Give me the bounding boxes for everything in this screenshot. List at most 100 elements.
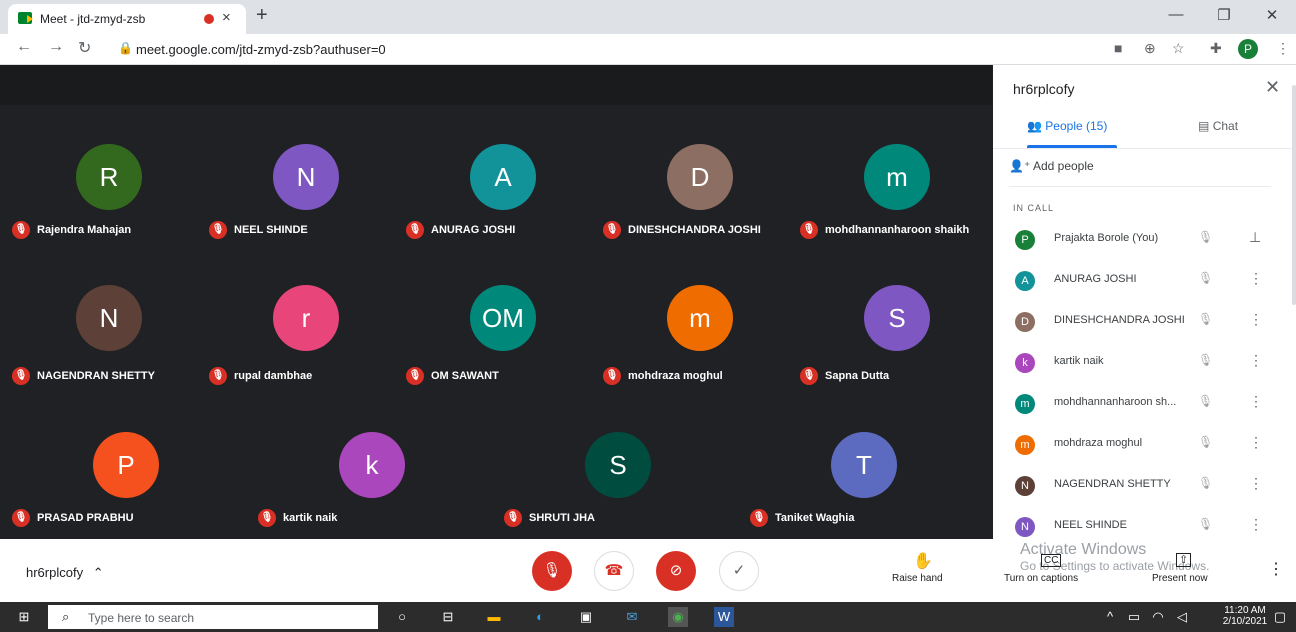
more-options-icon[interactable]: ⋮ xyxy=(1249,434,1263,451)
participant-name: mohdraza moghul xyxy=(1054,437,1143,449)
present-screen-icon[interactable]: ⇧ xyxy=(1176,553,1192,567)
recording-indicator-icon xyxy=(204,14,214,24)
mic-off-icon[interactable]: 🎙 xyxy=(1198,271,1213,285)
cortana-icon[interactable]: ○ xyxy=(392,607,412,627)
mail-icon[interactable]: ✉ xyxy=(622,607,642,627)
mic-muted-icon: 🎙 xyxy=(800,367,818,386)
battery-icon[interactable]: ▭ xyxy=(1124,607,1144,627)
microphone-toggle-button[interactable]: 🎙 xyxy=(532,551,572,591)
mic-muted-icon: 🎙 xyxy=(504,509,522,528)
task-view-icon[interactable]: ⊟ xyxy=(438,607,458,627)
mic-muted-icon: 🎙 xyxy=(750,509,768,528)
extensions-puzzle-icon[interactable]: ✚ xyxy=(1210,40,1222,57)
more-options-icon[interactable]: ⋮ xyxy=(1249,352,1263,369)
participant-avatar: OM xyxy=(470,285,536,351)
minimize-button[interactable]: — xyxy=(1156,6,1196,23)
participant-name-label: 🎙 SHRUTI JHA xyxy=(504,509,595,528)
participant-avatar: m xyxy=(1015,394,1035,414)
camera-indicator-icon[interactable]: ■ xyxy=(1114,40,1122,56)
raise-hand-icon[interactable]: ✋ xyxy=(913,551,933,571)
add-people-button[interactable]: 👤⁺ Add people xyxy=(1009,159,1094,173)
mic-off-icon[interactable]: 🎙 xyxy=(1198,476,1213,490)
back-arrow-icon[interactable]: ← xyxy=(16,38,32,56)
more-options-icon[interactable]: ⋮ xyxy=(1249,393,1263,410)
word-icon[interactable]: W xyxy=(714,607,734,627)
mic-muted-icon: 🎙 xyxy=(209,367,227,386)
browser-menu-icon[interactable]: ⋮ xyxy=(1276,40,1290,57)
camera-toggle-button[interactable]: ⊘ xyxy=(656,551,696,591)
mic-off-icon[interactable]: 🎙 xyxy=(1198,394,1213,408)
tab-chat[interactable]: ▤ Chat xyxy=(1198,119,1238,133)
volume-icon[interactable]: ◁ xyxy=(1172,607,1192,627)
more-options-icon[interactable]: ⋮ xyxy=(1268,559,1284,579)
participant-row[interactable]: A ANURAG JOSHI 🎙 ⋮ xyxy=(993,261,1285,301)
zoom-icon[interactable]: ⊕ xyxy=(1144,40,1156,57)
search-placeholder: Type here to search xyxy=(88,611,195,625)
participant-row[interactable]: m mohdhannanharoon sh... 🎙 ⋮ xyxy=(993,384,1285,424)
close-window-button[interactable]: ✕ xyxy=(1252,6,1292,24)
captions-label[interactable]: Turn on captions xyxy=(1004,573,1078,584)
file-explorer-icon[interactable]: ▬ xyxy=(484,607,504,627)
participant-row[interactable]: k kartik naik 🎙 ⋮ xyxy=(993,343,1285,383)
participant-row[interactable]: D DINESHCHANDRA JOSHI 🎙 ⋮ xyxy=(993,302,1285,342)
show-hidden-icons-icon[interactable]: ^ xyxy=(1100,607,1120,627)
tab-people[interactable]: 👥 People (15) xyxy=(1027,119,1107,133)
edge-icon[interactable]: ◐ xyxy=(530,607,550,627)
mic-off-icon: 🎙 xyxy=(542,562,562,579)
more-options-icon[interactable]: ⋮ xyxy=(1249,516,1263,533)
participant-name: mohdhannanharoon sh... xyxy=(1054,396,1177,408)
browser-toolbar: ← → ↻ 🔒 meet.google.com/jtd-zmyd-zsb?aut… xyxy=(0,34,1296,65)
profile-avatar[interactable]: P xyxy=(1238,39,1258,59)
chrome-icon[interactable]: ◉ xyxy=(668,607,688,627)
more-options-icon[interactable]: ⋮ xyxy=(1249,311,1263,328)
new-tab-button[interactable]: + xyxy=(256,4,268,27)
leave-call-button[interactable]: ☎ xyxy=(594,551,634,591)
camera-off-icon: ⊘ xyxy=(669,562,683,579)
participant-avatar: S xyxy=(585,432,651,498)
divider xyxy=(1009,186,1271,187)
participant-row[interactable]: N NAGENDRAN SHETTY 🎙 ⋮ xyxy=(993,466,1285,506)
raise-hand-label[interactable]: Raise hand xyxy=(892,573,943,584)
address-bar[interactable]: 🔒 meet.google.com/jtd-zmyd-zsb?authuser=… xyxy=(110,37,1090,61)
mic-off-icon[interactable]: 🎙 xyxy=(1198,435,1213,449)
bookmark-star-icon[interactable]: ☆ xyxy=(1172,40,1185,57)
reload-icon[interactable]: ↻ xyxy=(78,38,91,58)
participant-name-label: 🎙 kartik naik xyxy=(258,509,337,528)
more-options-icon[interactable]: ⋮ xyxy=(1249,270,1263,287)
participant-name-label: 🎙 Taniket Waghia xyxy=(750,509,854,528)
wifi-icon[interactable]: ◠ xyxy=(1148,607,1168,627)
windows-start-icon[interactable]: ⊞ xyxy=(14,607,34,627)
panel-scrollbar[interactable] xyxy=(1292,85,1296,305)
taskbar-search[interactable]: ⌕ Type here to search xyxy=(48,605,378,629)
browser-tab[interactable]: Meet - jtd-zmyd-zsb × xyxy=(8,4,246,34)
participant-avatar: P xyxy=(93,432,159,498)
meeting-code: hr6rplcofy xyxy=(26,565,84,580)
panel-close-icon[interactable]: ✕ xyxy=(1265,77,1280,98)
participant-avatar: A xyxy=(1015,271,1035,291)
store-icon[interactable]: ▣ xyxy=(576,607,596,627)
mic-off-icon[interactable]: 🎙 xyxy=(1198,312,1213,326)
tab-close-icon[interactable]: × xyxy=(222,9,231,26)
tab-title: Meet - jtd-zmyd-zsb xyxy=(40,12,146,26)
participant-row[interactable]: P Prajakta Borole (You) 🎙 ⊥ xyxy=(993,220,1285,260)
taskbar-clock[interactable]: 11:20 AM 2/10/2021 xyxy=(1222,605,1268,627)
notifications-icon[interactable]: ▢ xyxy=(1270,607,1290,627)
accept-button[interactable]: ✓ xyxy=(719,551,759,591)
participant-name-label: 🎙 NAGENDRAN SHETTY xyxy=(12,367,155,386)
mic-off-icon[interactable]: 🎙 xyxy=(1198,353,1213,367)
meet-favicon-icon xyxy=(18,12,33,24)
url-text[interactable]: meet.google.com/jtd-zmyd-zsb?authuser=0 xyxy=(136,42,386,57)
more-options-icon[interactable]: ⋮ xyxy=(1249,475,1263,492)
chevron-up-icon: ⌃ xyxy=(92,565,104,580)
forward-arrow-icon[interactable]: → xyxy=(48,38,64,56)
mic-off-icon[interactable]: 🎙 xyxy=(1198,517,1213,531)
present-now-label[interactable]: Present now xyxy=(1152,573,1208,584)
restore-button[interactable]: ❐ xyxy=(1204,6,1244,24)
pin-icon[interactable]: ⊥ xyxy=(1249,229,1261,246)
participant-row[interactable]: m mohdraza moghul 🎙 ⋮ xyxy=(993,425,1285,465)
meeting-details-button[interactable]: hr6rplcofy ⌃ xyxy=(26,565,104,581)
captions-icon[interactable]: CC xyxy=(1041,554,1062,567)
people-panel: hr6rplcofy ✕ 👥 People (15) ▤ Chat 👤⁺ Add… xyxy=(993,65,1296,539)
panel-title: hr6rplcofy xyxy=(1013,81,1075,97)
mic-off-icon[interactable]: 🎙 xyxy=(1198,230,1213,244)
